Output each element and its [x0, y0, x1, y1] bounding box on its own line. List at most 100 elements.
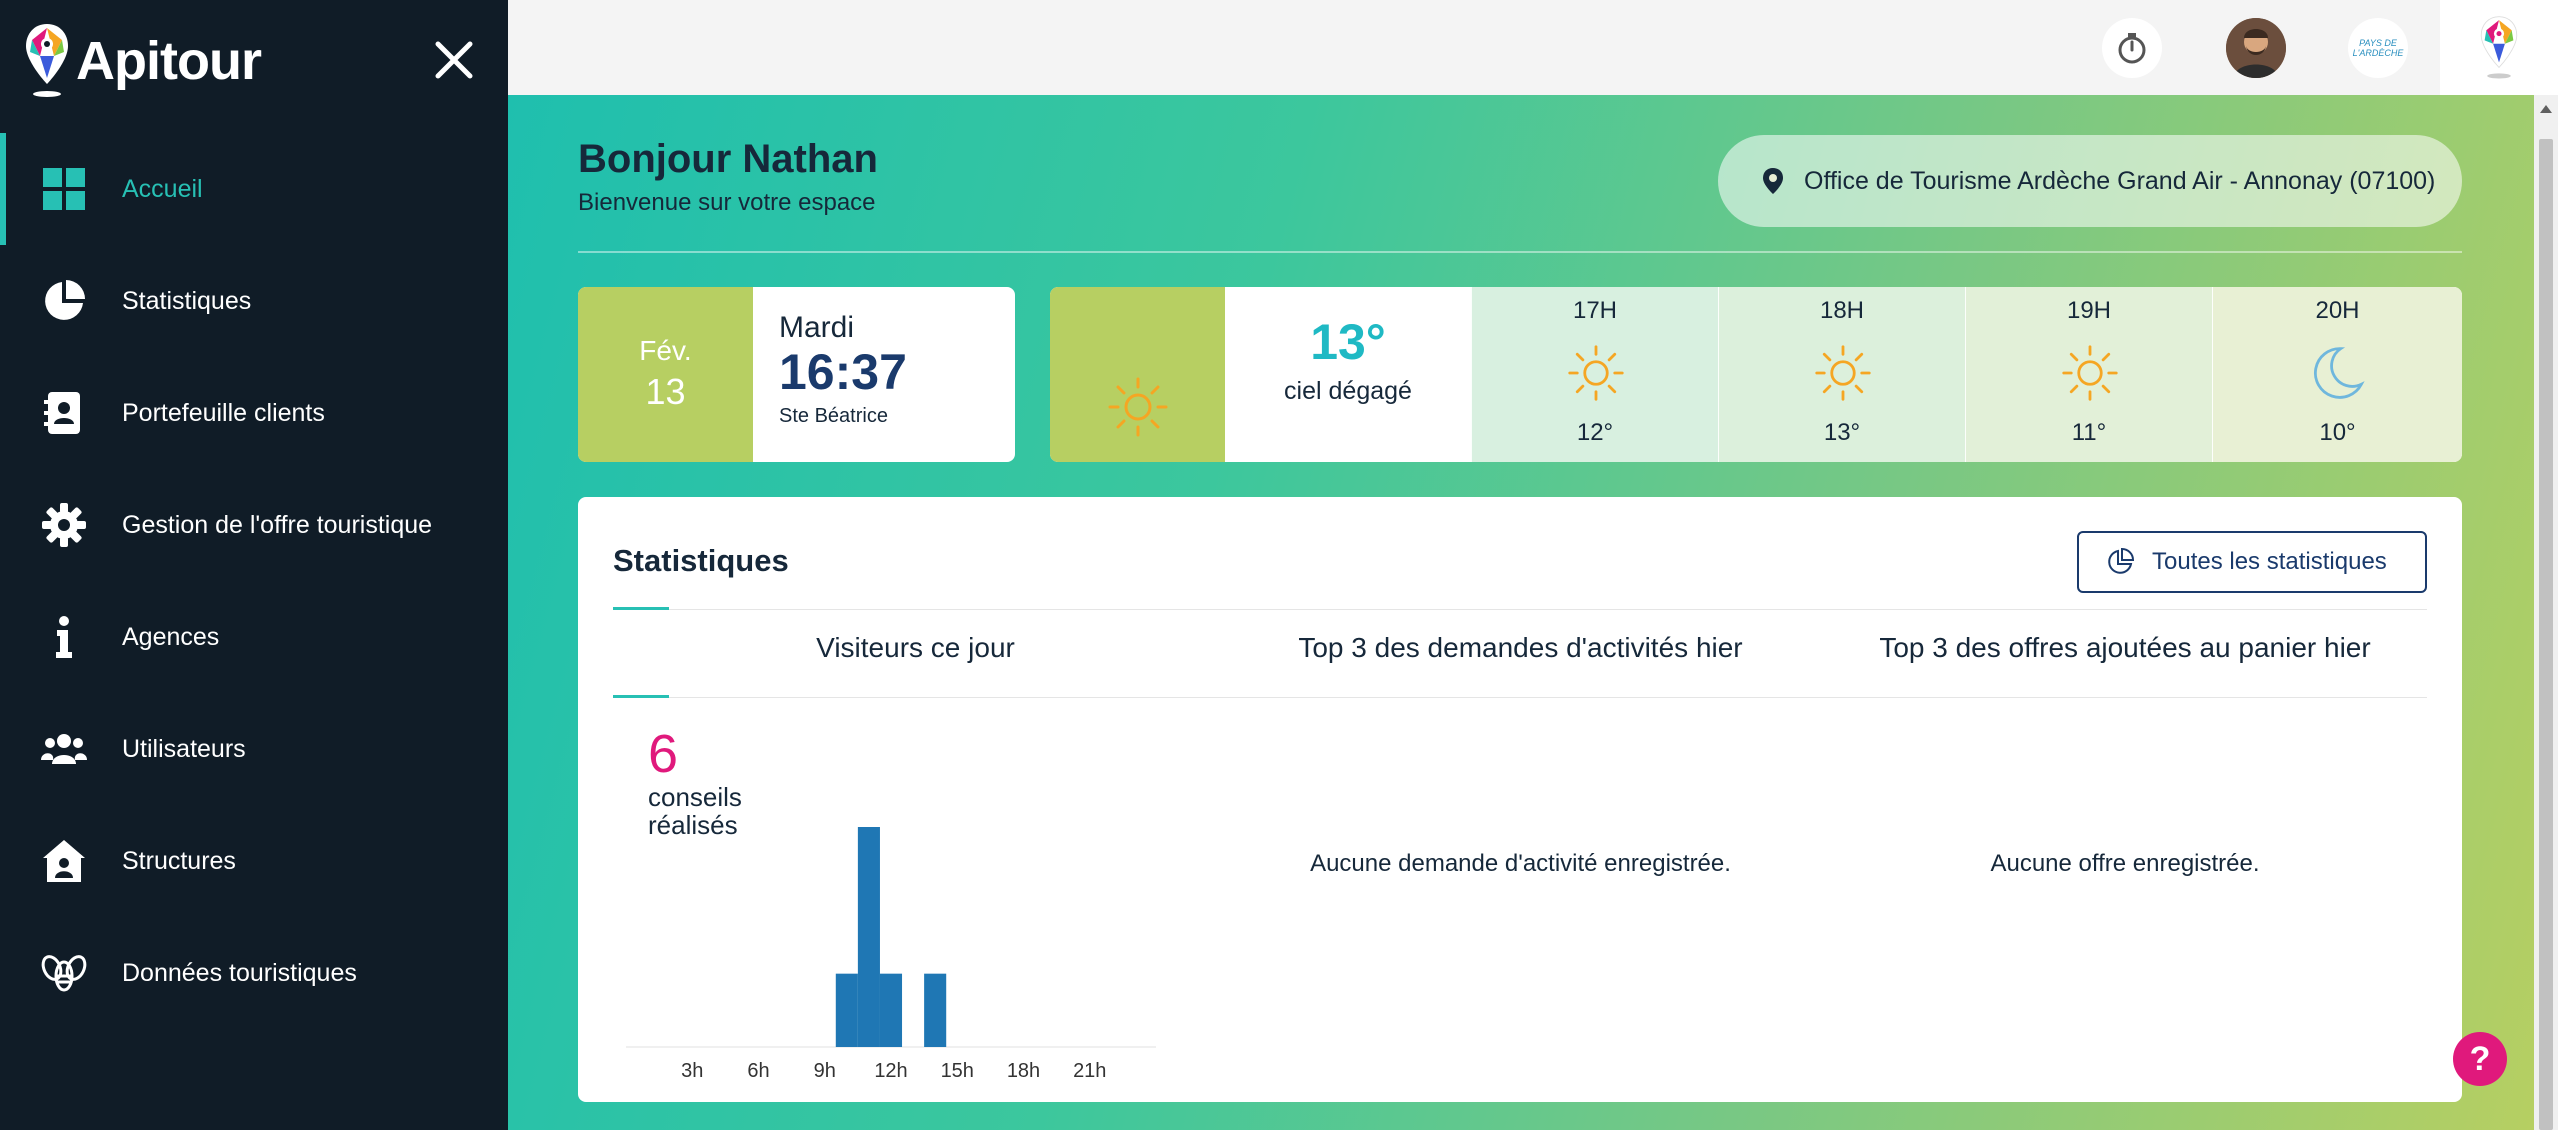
- user-avatar[interactable]: [2226, 18, 2286, 78]
- column-header-visitors: Visiteurs ce jour: [816, 632, 1015, 663]
- chart-tick-label: 3h: [681, 1060, 703, 1082]
- info-icon: [38, 611, 90, 663]
- chart-tick-label: 21h: [1073, 1060, 1106, 1082]
- forecast-temp: 13°: [1823, 419, 1861, 446]
- weather-description: ciel dégagé: [1284, 377, 1412, 405]
- header-divider: [578, 251, 2462, 253]
- org-logo-text: PAYS DE L'ARDÈCHE: [2352, 38, 2404, 58]
- forecast-temp: 12°: [1576, 419, 1614, 446]
- date-badge: Fév. 13: [578, 287, 753, 462]
- header-accent: [613, 695, 669, 698]
- close-sidebar-button[interactable]: [424, 30, 484, 90]
- organization-logo[interactable]: PAYS DE L'ARDÈCHE: [2348, 18, 2408, 78]
- forecast-hour-label: 20H: [2315, 297, 2360, 324]
- sidebar-item-portefeuille-clients[interactable]: Portefeuille clients: [0, 357, 508, 469]
- page-title: Bonjour Nathan: [578, 137, 878, 181]
- date-day: 13: [645, 371, 686, 412]
- forecast-hour-label: 19H: [2066, 297, 2112, 324]
- visitors-count: 6: [648, 724, 679, 784]
- chart-tick-label: 9h: [814, 1060, 836, 1082]
- sun-icon: [1568, 345, 1624, 401]
- chart-bar-10h: [835, 973, 858, 1047]
- brand-button[interactable]: [2440, 0, 2558, 95]
- weather-card: 13° ciel dégagé 17H 12° 18H 13° 19H 11° …: [1050, 287, 2462, 462]
- empty-activities-message: Aucune demande d'activité enregistrée.: [1310, 850, 1731, 877]
- avatar-icon: [2226, 18, 2286, 78]
- map-pin-logo-icon: [26, 24, 68, 97]
- sidebar-item-label: Utilisateurs: [122, 734, 246, 763]
- current-time: 16:37: [779, 344, 907, 400]
- date-weekday: Mardi: [779, 311, 855, 344]
- location-selector[interactable]: Office de Tourisme Ardèche Grand Air - A…: [1718, 135, 2462, 227]
- sidebar-nav: Accueil Statistiques Portefeuille client…: [0, 133, 508, 1029]
- timer-button[interactable]: [2102, 18, 2162, 78]
- sidebar-item-statistiques[interactable]: Statistiques: [0, 245, 508, 357]
- forecast-hour: 19H 11°: [1965, 287, 2212, 462]
- users-icon: [38, 723, 90, 775]
- question-mark-icon: ?: [2469, 1039, 2491, 1078]
- current-weather: 13° ciel dégagé: [1225, 287, 1471, 462]
- sidebar-item-gestion-offre[interactable]: Gestion de l'offre touristique: [0, 469, 508, 581]
- sidebar-item-label: Agences: [122, 622, 220, 651]
- bee-icon: [38, 947, 90, 999]
- section-divider: [613, 609, 2427, 610]
- map-pin-logo-icon: [2480, 15, 2518, 78]
- main-content: Bonjour Nathan Bienvenue sur votre espac…: [508, 95, 2534, 1130]
- date-card: Fév. 13 Mardi 16:37 Ste Béatrice: [578, 287, 1015, 462]
- current-temperature: 13°: [1310, 314, 1386, 370]
- chart-tick-label: 12h: [874, 1060, 907, 1082]
- sidebar-item-accueil[interactable]: Accueil: [0, 133, 508, 245]
- map-marker-icon: [1763, 168, 1783, 194]
- sidebar-item-label: Structures: [122, 846, 236, 875]
- contact-book-icon: [38, 387, 90, 439]
- sun-icon: [1815, 345, 1871, 401]
- moon-icon: [2313, 347, 2365, 399]
- all-statistics-button[interactable]: Toutes les statistiques: [2077, 531, 2427, 593]
- pie-chart-icon: [2108, 547, 2135, 574]
- dashboard-icon: [38, 163, 90, 215]
- sidebar-item-utilisateurs[interactable]: Utilisateurs: [0, 693, 508, 805]
- chart-bar-12h: [879, 973, 903, 1047]
- all-statistics-label: Toutes les statistiques: [2152, 548, 2387, 575]
- chart-bar-11h: [857, 827, 880, 1047]
- help-button[interactable]: ?: [2453, 1032, 2507, 1086]
- sidebar-item-structures[interactable]: Structures: [0, 805, 508, 917]
- sidebar-item-label: Gestion de l'offre touristique: [122, 510, 433, 539]
- app-name: Apitour: [76, 31, 262, 91]
- forecast-temp: 11°: [2071, 419, 2107, 446]
- page-subtitle: Bienvenue sur votre espace: [578, 189, 876, 216]
- chart-tick-label: 18h: [1007, 1060, 1040, 1082]
- stopwatch-icon: [2118, 33, 2146, 64]
- date-month: Fév.: [639, 335, 692, 366]
- sidebar-item-donnees-touristiques[interactable]: Données touristiques: [0, 917, 508, 1029]
- house-user-icon: [38, 835, 90, 887]
- sun-icon: [1108, 377, 1168, 437]
- forecast-hour: 18H 13°: [1718, 287, 1965, 462]
- forecast-hour-label: 18H: [1819, 297, 1865, 324]
- current-weather-icon-box: [1050, 287, 1225, 462]
- gear-icon: [38, 499, 90, 551]
- visitors-bar-chart: 3h 6h 9h 12h 15h 18h 21h: [626, 827, 1156, 1082]
- statistics-card: Statistiques Toutes les statistiques Vis…: [578, 497, 2462, 1102]
- pie-chart-icon: [38, 275, 90, 327]
- vertical-scrollbar[interactable]: [2534, 95, 2558, 1130]
- empty-offers-message: Aucune offre enregistrée.: [1990, 850, 2260, 877]
- scroll-up-arrow[interactable]: [2540, 105, 2552, 113]
- forecast-temp: 10°: [2319, 419, 2356, 446]
- sidebar-item-label: Accueil: [122, 174, 203, 203]
- sun-icon: [2062, 345, 2118, 401]
- location-label: Office de Tourisme Ardèche Grand Air - A…: [1804, 166, 2436, 195]
- sidebar-item-agences[interactable]: Agences: [0, 581, 508, 693]
- forecast-hour-label: 17H: [1572, 297, 1618, 324]
- sidebar-item-label: Portefeuille clients: [122, 398, 325, 427]
- column-header-activities: Top 3 des demandes d'activités hier: [1298, 632, 1743, 663]
- statistics-title: Statistiques: [613, 543, 789, 578]
- header-divider: [613, 697, 2427, 698]
- scrollbar-thumb[interactable]: [2539, 139, 2553, 1130]
- top-bar: PAYS DE L'ARDÈCHE: [508, 0, 2558, 95]
- sidebar: Apitour Accueil Statistiques Portefeuill…: [0, 0, 508, 1130]
- sidebar-item-label: Statistiques: [122, 286, 252, 315]
- chart-tick-label: 15h: [941, 1060, 974, 1082]
- app-logo[interactable]: Apitour: [24, 22, 262, 100]
- saint-of-day: Ste Béatrice: [779, 405, 888, 427]
